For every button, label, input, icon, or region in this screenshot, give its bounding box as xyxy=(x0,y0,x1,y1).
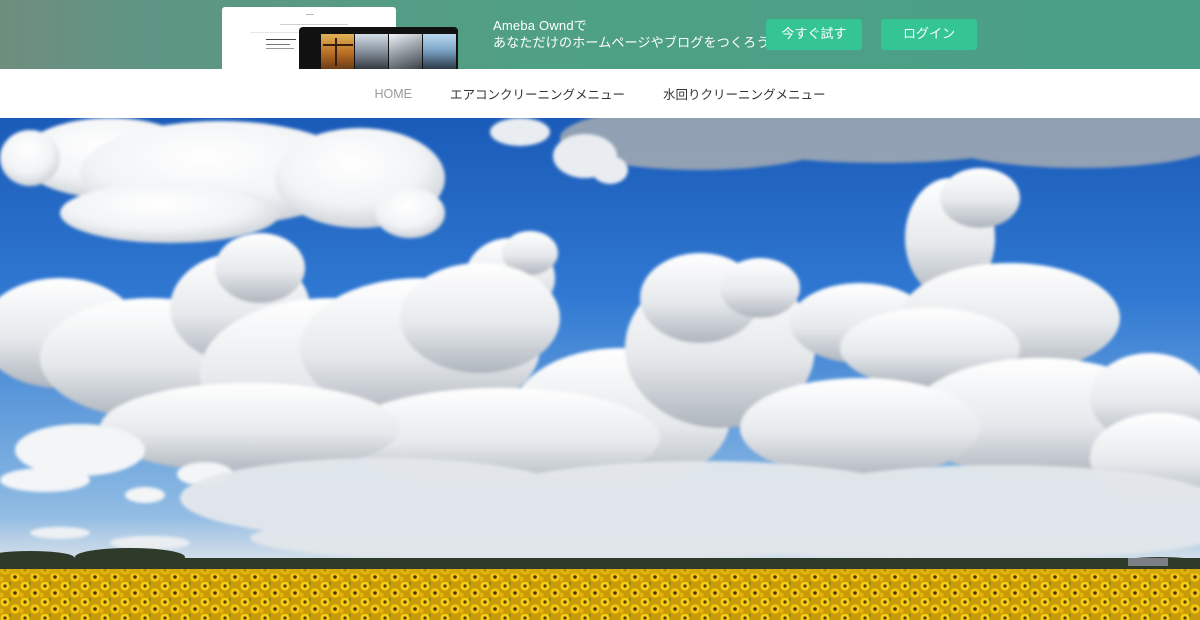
preview-gallery-mockup xyxy=(299,27,458,69)
hero-image xyxy=(0,118,1200,620)
login-button[interactable]: ログイン xyxy=(881,19,977,50)
preview-thumbnail xyxy=(423,34,456,69)
promo-subline: あなただけのホームページやブログをつくろう xyxy=(493,35,770,50)
preview-thumbnail xyxy=(389,34,422,69)
promo-banner: Ameba Owndで あなただけのホームページやブログをつくろう 今すぐ試す … xyxy=(0,0,1200,69)
preview-thumbnail xyxy=(355,34,388,69)
sky-sunflower-photo xyxy=(0,118,1200,620)
preview-thumbnail xyxy=(321,34,354,69)
try-now-button[interactable]: 今すぐ試す xyxy=(766,19,862,50)
main-nav: HOME エアコンクリーニングメニュー 水回りクリーニングメニュー xyxy=(0,69,1200,118)
nav-item-home[interactable]: HOME xyxy=(374,87,412,101)
promo-headline: Ameba Owndで xyxy=(493,18,587,33)
nav-item-aircon-cleaning-menu[interactable]: エアコンクリーニングメニュー xyxy=(450,84,625,103)
nav-item-water-cleaning-menu[interactable]: 水回りクリーニングメニュー xyxy=(663,84,826,103)
site-preview-image xyxy=(222,7,458,69)
promo-text: Ameba Owndで あなただけのホームページやブログをつくろう xyxy=(493,17,770,51)
